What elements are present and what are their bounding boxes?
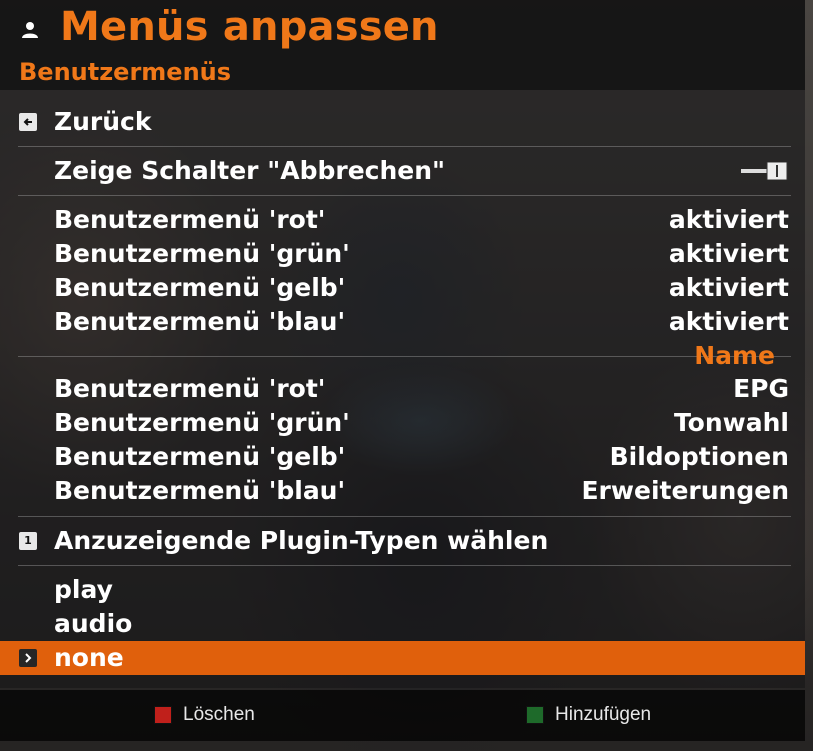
separator (18, 146, 791, 147)
status-row-label: Benutzermenü 'blau' (54, 307, 346, 336)
name-row-label: Benutzermenü 'blau' (54, 476, 346, 505)
delete-label: Löschen (183, 704, 255, 725)
status-row-blau[interactable]: Benutzermenü 'blau' aktiviert (0, 305, 805, 339)
separator (18, 565, 791, 566)
name-row-value: Tonwahl (673, 408, 789, 437)
user-icon (22, 22, 38, 38)
back-item[interactable]: Zurück (0, 105, 805, 139)
status-row-value: aktiviert (668, 307, 789, 336)
plugin-type-item-selected[interactable]: none (0, 641, 805, 675)
plugin-types-item[interactable]: 1 Anzuzeigende Plugin-Typen wählen (0, 524, 805, 558)
name-row-label: Benutzermenü 'gelb' (54, 442, 346, 471)
status-row-value: aktiviert (668, 205, 789, 234)
name-row-label: Benutzermenü 'rot' (54, 374, 326, 403)
separator (18, 356, 791, 357)
name-row-gruen[interactable]: Benutzermenü 'grün' Tonwahl (0, 406, 805, 440)
back-label: Zurück (54, 107, 152, 136)
status-row-label: Benutzermenü 'rot' (54, 205, 326, 234)
name-row-rot[interactable]: Benutzermenü 'rot' EPG (0, 372, 805, 406)
page-title: Menüs anpassen (60, 4, 439, 50)
status-row-gelb[interactable]: Benutzermenü 'gelb' aktiviert (0, 271, 805, 305)
cancel-toggle-label: Zeige Schalter "Abbrechen" (54, 156, 446, 185)
back-arrow-icon (19, 113, 37, 131)
name-row-value: EPG (733, 374, 789, 403)
name-row-blau[interactable]: Benutzermenü 'blau' Erweiterungen (0, 474, 805, 508)
footer-bar: Löschen Hinzufügen (0, 690, 805, 741)
plugin-types-label: Anzuzeigende Plugin-Typen wählen (54, 526, 549, 555)
title-bar: Menüs anpassen Benutzermenüs (0, 0, 805, 90)
cancel-toggle-row[interactable]: Zeige Schalter "Abbrechen" (0, 154, 805, 188)
plugin-type-item[interactable]: audio (0, 607, 805, 641)
plugin-type-label: audio (54, 609, 133, 638)
status-row-gruen[interactable]: Benutzermenü 'grün' aktiviert (0, 237, 805, 271)
toggle-slider-icon[interactable] (741, 162, 789, 180)
name-row-gelb[interactable]: Benutzermenü 'gelb' Bildoptionen (0, 440, 805, 474)
plugin-type-label: play (54, 575, 113, 604)
chevron-right-icon (19, 649, 37, 667)
status-row-label: Benutzermenü 'gelb' (54, 273, 346, 302)
separator (18, 195, 791, 196)
page-subtitle: Benutzermenüs (19, 58, 232, 86)
add-label: Hinzufügen (555, 704, 652, 725)
key-1-icon: 1 (19, 532, 37, 550)
status-row-value: aktiviert (668, 239, 789, 268)
status-row-rot[interactable]: Benutzermenü 'rot' aktiviert (0, 203, 805, 237)
status-row-value: aktiviert (668, 273, 789, 302)
name-row-value: Erweiterungen (581, 476, 789, 505)
separator (18, 516, 791, 517)
green-key-icon (526, 706, 544, 724)
menu-window: Menüs anpassen Benutzermenüs Zurück Zeig… (0, 0, 813, 751)
name-row-label: Benutzermenü 'grün' (54, 408, 350, 437)
name-row-value: Bildoptionen (609, 442, 789, 471)
status-row-label: Benutzermenü 'grün' (54, 239, 350, 268)
plugin-type-label: none (54, 643, 124, 672)
red-key-icon (154, 706, 172, 724)
plugin-type-item[interactable]: play (0, 573, 805, 607)
settings-list: Zurück Zeige Schalter "Abbrechen" Benutz… (0, 90, 805, 688)
name-section-header: Name (694, 341, 775, 370)
